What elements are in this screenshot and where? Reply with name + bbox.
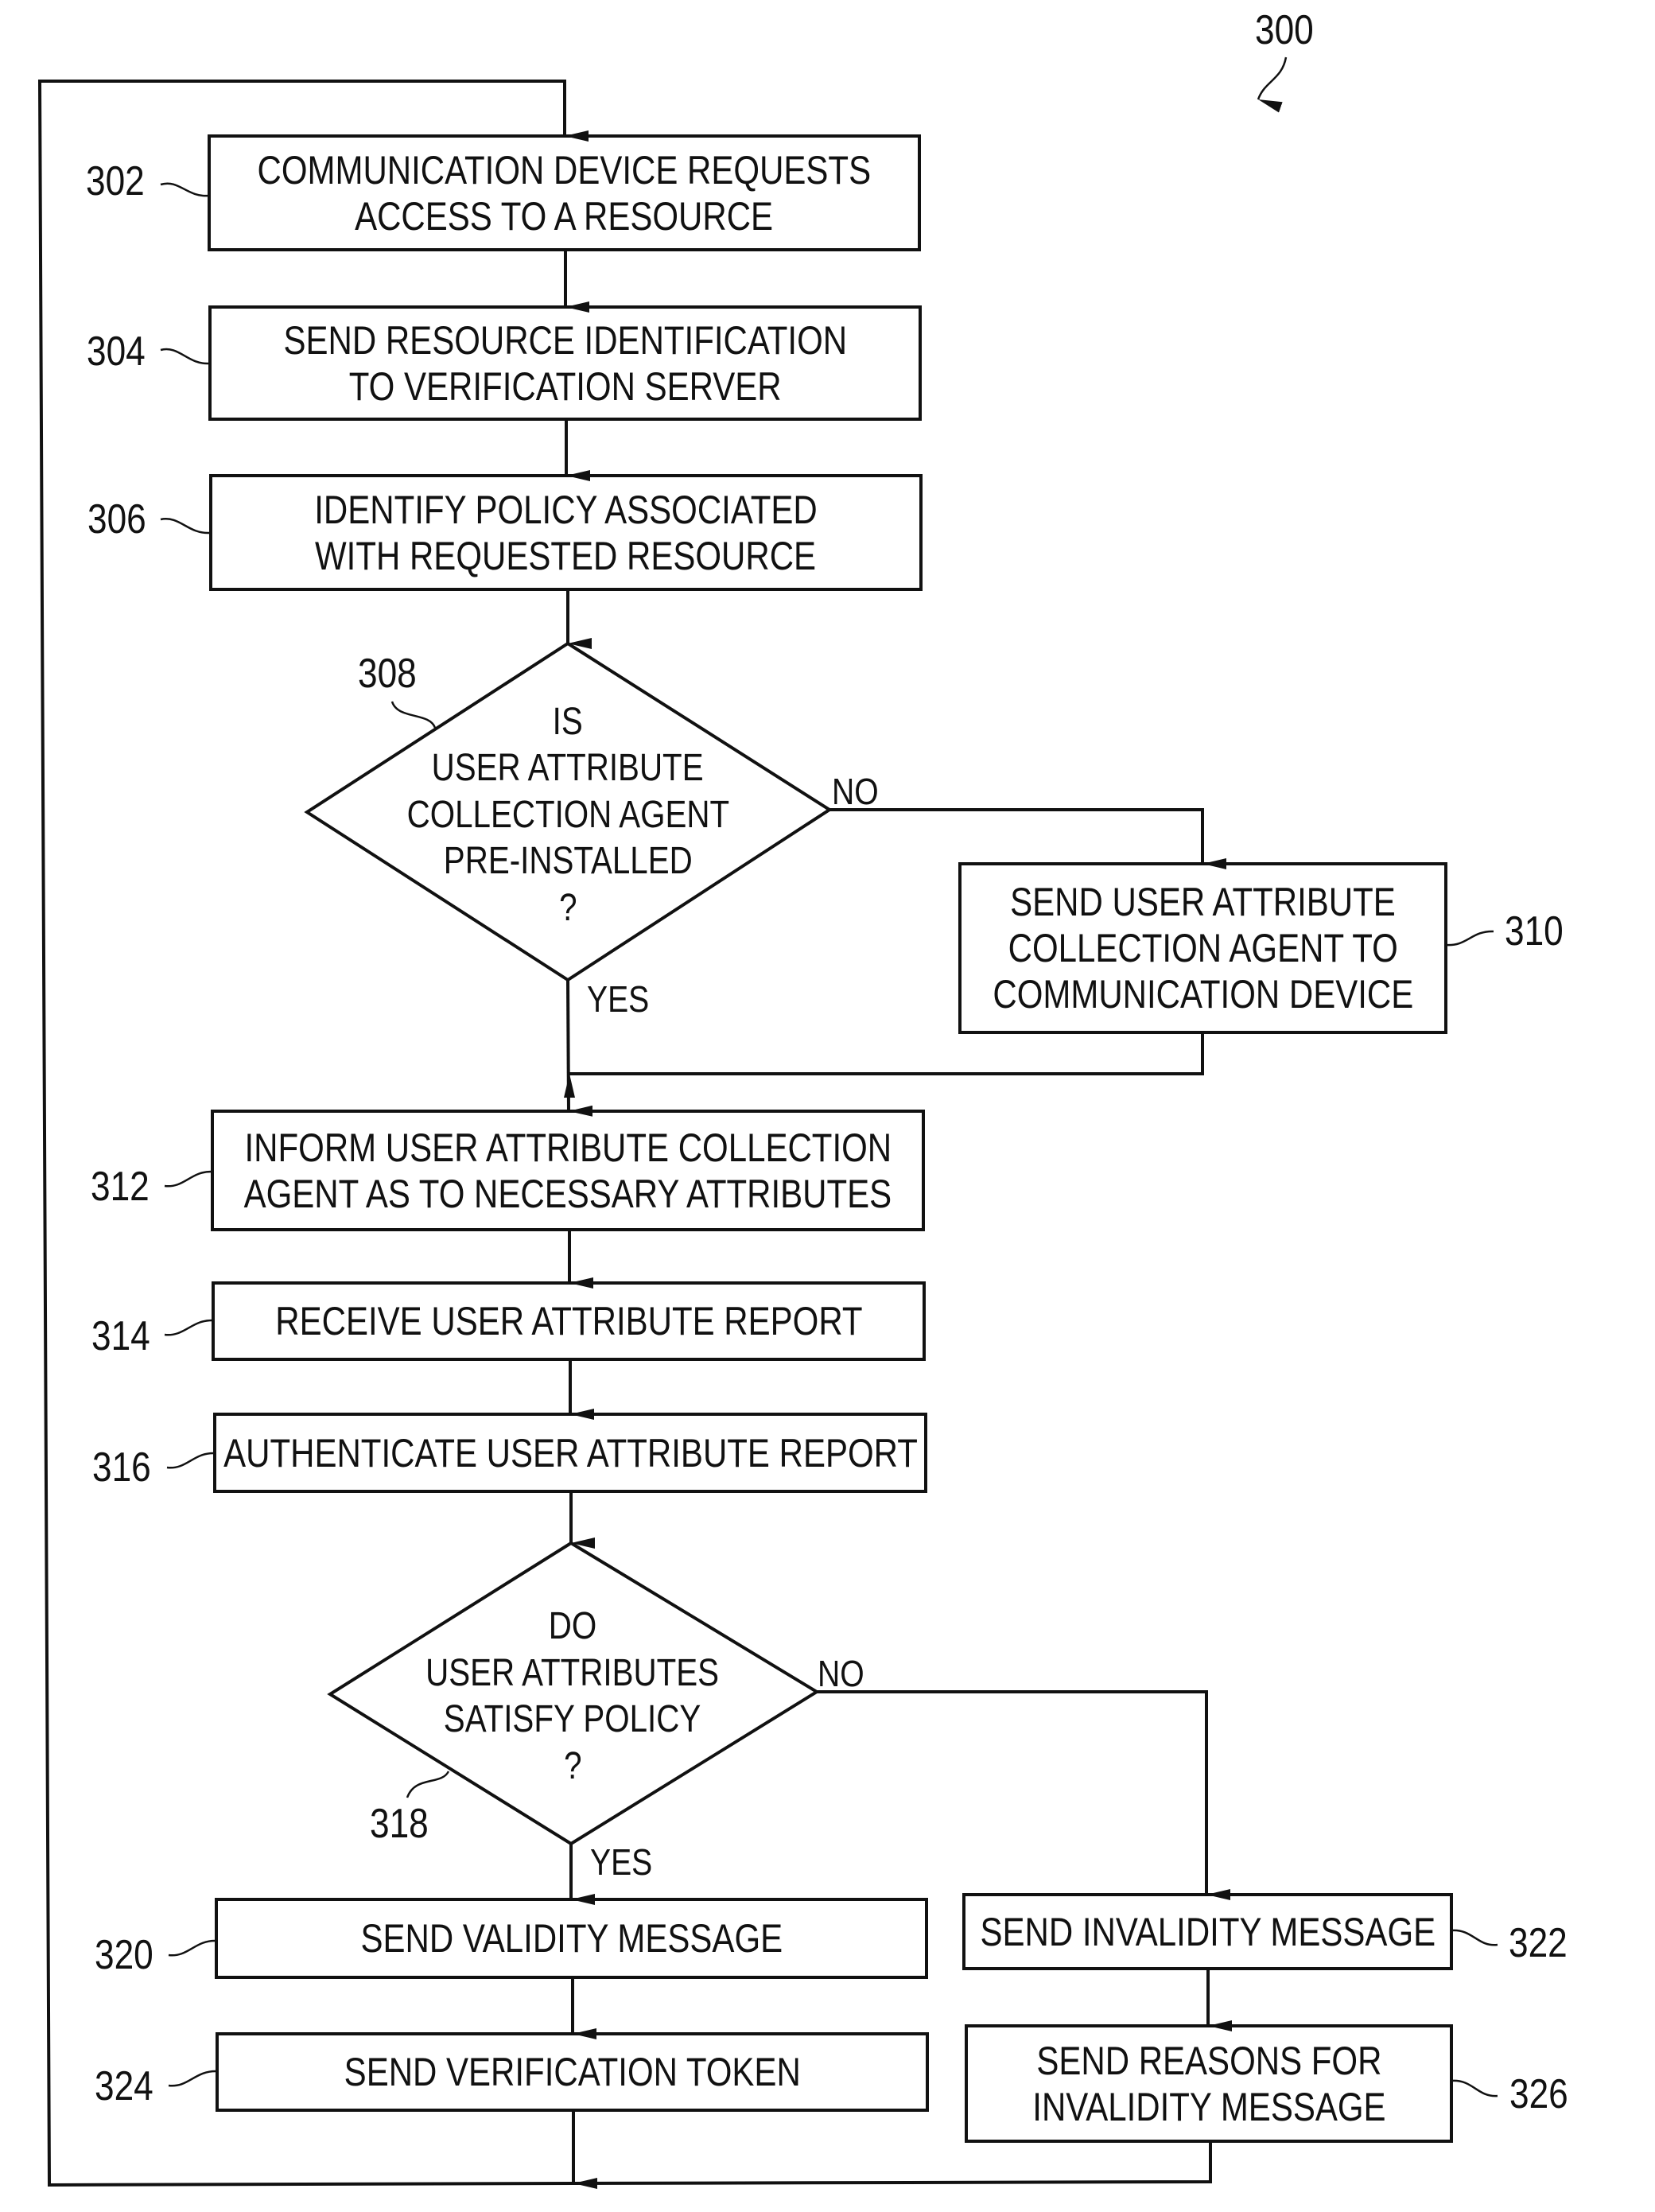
label-318-yes: YES <box>590 1841 653 1883</box>
step-308-line-3: COLLECTION AGENT <box>406 793 729 836</box>
step-324-line-1: SEND VERIFICATION TOKEN <box>344 2050 801 2094</box>
step-318-line-4: ? <box>563 1744 582 1787</box>
leader-322 <box>1451 1929 1498 1946</box>
step-310-text: SEND USER ATTRIBUTE COLLECTION AGENT TO … <box>960 864 1446 1032</box>
step-304-text: SEND RESOURCE IDENTIFICATION TO VERIFICA… <box>210 307 920 419</box>
step-302-line-1: COMMUNICATION DEVICE REQUESTS <box>257 147 872 192</box>
step-302-line-2: ACCESS TO A RESOURCE <box>355 193 774 239</box>
step-324-text: SEND VERIFICATION TOKEN <box>217 2034 927 2110</box>
ref-310: 310 <box>1505 908 1564 954</box>
connector-308-no <box>829 808 1226 869</box>
step-314-line-1: RECEIVE USER ATTRIBUTE REPORT <box>274 1299 863 1343</box>
ref-314: 314 <box>91 1313 150 1359</box>
step-312-line-2: AGENT AS TO NECESSARY ATTRIBUTES <box>243 1171 892 1216</box>
leader-306 <box>160 518 210 535</box>
ref-318: 318 <box>370 1801 429 1847</box>
step-326-text: SEND REASONS FOR INVALIDITY MESSAGE <box>966 2026 1451 2141</box>
ref-326: 326 <box>1509 2071 1568 2117</box>
step-306-line-2: WITH REQUESTED RESOURCE <box>315 533 817 578</box>
step-310-line-2: COLLECTION AGENT TO <box>1008 926 1398 970</box>
leader-326 <box>1451 2079 1498 2097</box>
ref-312: 312 <box>91 1164 150 1210</box>
step-318-line-3: SATISFY POLICY <box>444 1698 701 1740</box>
leader-314 <box>164 1319 214 1336</box>
step-312-line-1: INFORM USER ATTRIBUTE COLLECTION <box>244 1125 892 1170</box>
step-320-text: SEND VALIDITY MESSAGE <box>216 1899 927 1977</box>
step-316-line-1: AUTHENTICATE USER ATTRIBUTE REPORT <box>223 1430 918 1475</box>
step-326-line-1: SEND REASONS FOR <box>1035 2038 1382 2083</box>
step-322-text: SEND INVALIDITY MESSAGE <box>964 1895 1451 1969</box>
step-308-line-1: IS <box>552 700 584 743</box>
step-304-line-1: SEND RESOURCE IDENTIFICATION <box>283 317 847 363</box>
ref-308: 308 <box>358 651 417 697</box>
ref-304: 304 <box>87 328 146 375</box>
leader-300 <box>1257 56 1288 113</box>
step-312-text: INFORM USER ATTRIBUTE COLLECTION AGENT A… <box>212 1111 923 1230</box>
leader-320 <box>168 1939 217 1957</box>
step-308-line-5: ? <box>558 886 577 929</box>
step-302-text: COMMUNICATION DEVICE REQUESTS ACCESS TO … <box>209 136 919 250</box>
leader-302 <box>160 182 209 197</box>
ref-316: 316 <box>92 1444 151 1491</box>
label-318-no: NO <box>818 1653 864 1694</box>
connector-310-return <box>564 1032 1204 1098</box>
figure-number: 300 <box>1255 7 1314 53</box>
leader-312 <box>164 1170 213 1188</box>
step-326-line-2: INVALIDITY MESSAGE <box>1031 2084 1386 2129</box>
step-306-text: IDENTIFY POLICY ASSOCIATED WITH REQUESTE… <box>211 476 921 589</box>
leader-304 <box>160 348 209 365</box>
leader-316 <box>166 1452 216 1469</box>
label-308-yes: YES <box>587 978 650 1020</box>
step-308-line-4: PRE-INSTALLED <box>443 840 693 883</box>
ref-302: 302 <box>86 158 145 204</box>
ref-324: 324 <box>95 2063 153 2109</box>
step-304-line-2: TO VERIFICATION SERVER <box>348 363 782 409</box>
step-314-text: RECEIVE USER ATTRIBUTE REPORT <box>213 1283 924 1359</box>
step-308-text: IS USER ATTRIBUTE COLLECTION AGENT PRE-I… <box>369 696 767 935</box>
step-322-line-1: SEND INVALIDITY MESSAGE <box>980 1909 1435 1954</box>
step-308-line-2: USER ATTRIBUTE <box>431 747 705 790</box>
ref-320: 320 <box>95 1932 153 1978</box>
connector-326-end <box>573 2141 1212 2185</box>
step-318-line-1: DO <box>548 1605 597 1647</box>
step-318-line-2: USER ATTRIBUTES <box>425 1651 720 1694</box>
connector-318-no <box>817 1690 1230 1900</box>
step-310-line-3: COMMUNICATION DEVICE <box>993 972 1413 1017</box>
ref-306: 306 <box>87 496 146 542</box>
connector-308-yes <box>566 979 593 1117</box>
step-310-line-1: SEND USER ATTRIBUTE <box>1010 880 1396 924</box>
leader-324 <box>168 2070 218 2087</box>
leader-310 <box>1445 930 1494 947</box>
label-308-no: NO <box>832 771 879 812</box>
ref-322: 322 <box>1509 1920 1568 1966</box>
step-318-text: DO USER ATTRIBUTES SATISFY POLICY ? <box>374 1601 771 1792</box>
step-320-line-1: SEND VALIDITY MESSAGE <box>360 1916 783 1961</box>
step-316-text: AUTHENTICATE USER ATTRIBUTE REPORT <box>215 1414 926 1491</box>
step-306-line-1: IDENTIFY POLICY ASSOCIATED <box>314 487 818 532</box>
